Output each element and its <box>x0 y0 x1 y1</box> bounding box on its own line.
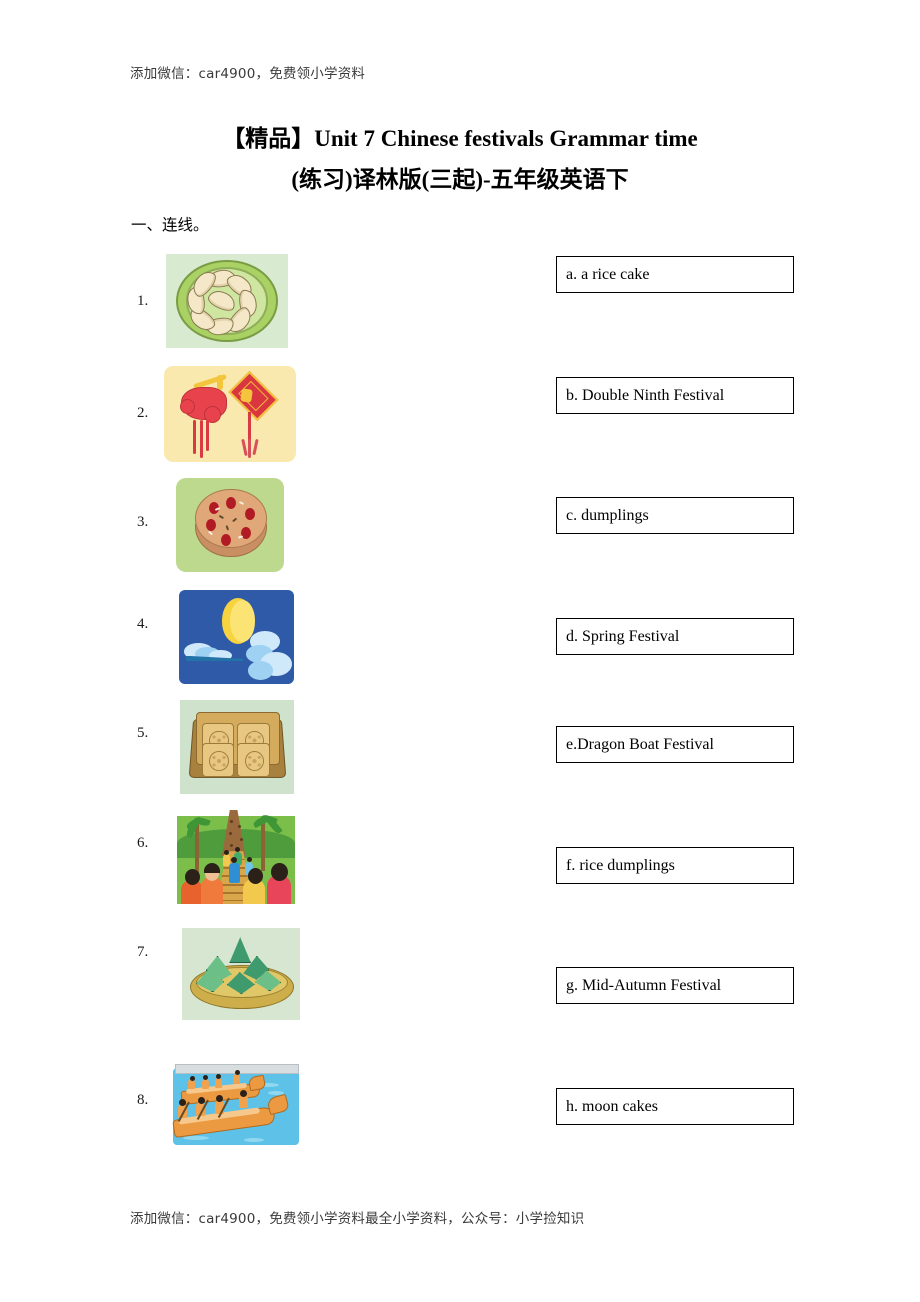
option-box-f[interactable]: f. rice dumplings <box>556 847 794 884</box>
rower <box>188 1079 196 1090</box>
knot-ball <box>179 398 195 414</box>
matching-exercise: 1. 2. 3. 4. 5. 6. 7. 8. a. a rice cake b… <box>0 0 920 1302</box>
item-number-5: 5. <box>137 725 149 741</box>
rice-dumpling <box>229 937 252 964</box>
picture-dumplings <box>166 254 288 348</box>
document-page: 添加微信：car4900，免费领小学资料 添加微信：car4900，免费领小学资… <box>0 0 920 1302</box>
item-number-8: 8. <box>137 1092 149 1108</box>
picture-moon-cakes-box <box>180 700 294 794</box>
picture-rice-cake <box>176 478 284 572</box>
item-number-2: 2. <box>137 405 149 421</box>
tower-window <box>239 837 243 841</box>
option-label-a: a. a rice cake <box>566 265 650 283</box>
rower-head <box>216 1073 222 1079</box>
picture-climbing-mountain <box>177 808 295 904</box>
tassel-fringe <box>241 438 248 457</box>
item-number-7: 7. <box>137 944 149 960</box>
knot-tassel <box>206 419 210 452</box>
option-label-g: g. Mid-Autumn Festival <box>566 976 722 994</box>
water-wave <box>243 1137 264 1142</box>
tassel-fringe <box>248 438 251 459</box>
rower-head <box>234 1070 240 1076</box>
rower-head <box>203 1074 208 1080</box>
water-wave <box>183 1135 210 1140</box>
red-date <box>225 496 236 509</box>
fu-diamond-decoration <box>228 371 279 422</box>
rower-head <box>239 1089 247 1097</box>
picture-rice-dumplings <box>182 928 300 1020</box>
moon-cake <box>237 743 270 778</box>
option-box-b[interactable]: b. Double Ninth Festival <box>556 377 794 414</box>
item-number-1: 1. <box>137 293 149 309</box>
tassel-fringe <box>252 438 258 456</box>
rower-head <box>189 1075 195 1081</box>
option-box-d[interactable]: d. Spring Festival <box>556 618 794 655</box>
moon-cake <box>201 743 235 778</box>
option-label-c: c. dumplings <box>566 506 649 524</box>
rower <box>214 1077 222 1088</box>
fu-character <box>239 388 253 403</box>
rower <box>201 1078 209 1089</box>
palm-trunk <box>260 821 265 872</box>
climber-head <box>246 856 252 862</box>
item-number-3: 3. <box>137 514 149 530</box>
rower <box>233 1073 241 1084</box>
climber <box>228 862 240 883</box>
item-number-6: 6. <box>137 835 149 851</box>
knot-tassel <box>199 419 203 459</box>
option-box-a[interactable]: a. a rice cake <box>556 256 794 293</box>
option-box-h[interactable]: h. moon cakes <box>556 1088 794 1125</box>
option-box-e[interactable]: e.Dragon Boat Festival <box>556 726 794 763</box>
tower-window <box>228 832 232 835</box>
knot-tassel <box>193 419 197 455</box>
spectator <box>200 877 223 904</box>
option-box-c[interactable]: c. dumplings <box>556 497 794 534</box>
picture-dragon-boat-race <box>170 1055 302 1149</box>
palm-trunk <box>194 823 199 876</box>
item-number-4: 4. <box>137 616 149 632</box>
option-label-b: b. Double Ninth Festival <box>566 386 725 404</box>
picture-moon-night-sky <box>179 590 294 684</box>
option-label-h: h. moon cakes <box>566 1097 658 1115</box>
option-label-f: f. rice dumplings <box>566 856 675 874</box>
option-label-e: e.Dragon Boat Festival <box>566 735 714 753</box>
tower-window <box>230 819 234 823</box>
picture-spring-festival-decorations <box>164 366 296 462</box>
option-label-d: d. Spring Festival <box>566 627 680 645</box>
option-box-g[interactable]: g. Mid-Autumn Festival <box>556 967 794 1004</box>
diamond-tassel <box>248 412 252 441</box>
